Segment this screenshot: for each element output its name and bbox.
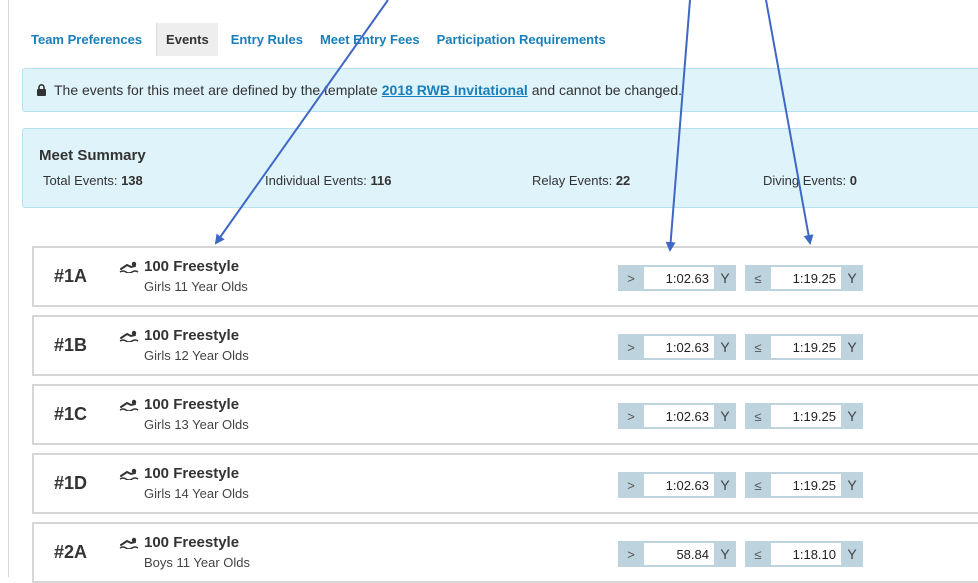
stat-value: 0 xyxy=(849,173,857,188)
stat-label: Relay Events: xyxy=(532,173,613,188)
operator-less-equal: ≤ xyxy=(745,403,771,429)
operator-greater: > xyxy=(618,403,644,429)
operator-less-equal: ≤ xyxy=(745,472,771,498)
swimmer-icon xyxy=(119,467,139,481)
course-label: Y xyxy=(714,403,736,429)
swimmer-icon xyxy=(119,329,139,343)
event-group: Girls 12 Year Olds xyxy=(144,348,249,363)
upper-standard: ≤1:19.25 Y xyxy=(745,403,863,429)
course-label: Y xyxy=(841,265,863,291)
tab-meet-entry-fees[interactable]: Meet Entry Fees xyxy=(311,23,428,56)
course-label: Y xyxy=(714,472,736,498)
tab-entry-rules[interactable]: Entry Rules xyxy=(222,23,311,56)
lower-standard: >1:02.63 Y xyxy=(618,472,736,498)
swimmer-icon xyxy=(119,260,139,274)
event-row[interactable]: #1A 100 Freestyle Girls 11 Year Olds >1:02.… xyxy=(32,246,978,307)
event-group: Girls 11 Year Olds xyxy=(144,279,248,294)
course-label: Y xyxy=(841,334,863,360)
lock-icon xyxy=(37,84,46,96)
swimmer-icon xyxy=(119,398,139,412)
lower-time-value: 58.84 xyxy=(644,541,714,567)
tab-participation-requirements[interactable]: Participation Requirements xyxy=(428,23,614,56)
event-name: 100 Freestyle xyxy=(144,258,240,275)
operator-greater: > xyxy=(618,265,644,291)
stat-label: Diving Events: xyxy=(763,173,847,188)
stat-value: 116 xyxy=(370,173,392,188)
event-group: Girls 13 Year Olds xyxy=(144,417,249,432)
tab-team-preferences[interactable]: Team Preferences xyxy=(22,23,150,56)
upper-standard: ≤1:19.25 Y xyxy=(745,472,863,498)
event-name: 100 Freestyle xyxy=(144,327,240,344)
course-label: Y xyxy=(714,265,736,291)
stat-relay-events: Relay Events: 22 xyxy=(532,173,630,188)
upper-time-value: 1:18.10 xyxy=(771,541,841,567)
event-group: Girls 14 Year Olds xyxy=(144,486,249,501)
course-label: Y xyxy=(841,403,863,429)
lower-time-value: 1:02.63 xyxy=(644,403,714,429)
event-number: #1A xyxy=(54,266,88,286)
event-number: #1B xyxy=(54,335,88,355)
event-row[interactable]: #1C 100 Freestyle Girls 13 Year Olds >1:02.… xyxy=(32,384,978,445)
left-border xyxy=(8,0,9,577)
operator-less-equal: ≤ xyxy=(745,265,771,291)
course-label: Y xyxy=(841,541,863,567)
operator-less-equal: ≤ xyxy=(745,334,771,360)
lower-standard: >58.84 Y xyxy=(618,541,736,567)
event-number: #1C xyxy=(54,404,88,424)
meet-summary: Meet Summary Total Events: 138 Individua… xyxy=(22,128,978,208)
stat-value: 138 xyxy=(121,173,143,188)
event-number: #2A xyxy=(54,542,88,562)
upper-time-value: 1:19.25 xyxy=(771,472,841,498)
event-name: 100 Freestyle xyxy=(144,534,240,551)
event-row[interactable]: #1B 100 Freestyle Girls 12 Year Olds >1:02.… xyxy=(32,315,978,376)
template-notice: The events for this meet are defined by … xyxy=(22,68,978,112)
notice-text-before: The events for this meet are defined by … xyxy=(54,82,378,98)
operator-greater: > xyxy=(618,472,644,498)
operator-less-equal: ≤ xyxy=(745,541,771,567)
stat-label: Individual Events: xyxy=(265,173,367,188)
upper-standard: ≤1:19.25 Y xyxy=(745,265,863,291)
event-number: #1D xyxy=(54,473,88,493)
event-name: 100 Freestyle xyxy=(144,396,240,413)
notice-text-after: and cannot be changed. xyxy=(531,82,683,98)
swimmer-icon xyxy=(119,536,139,550)
upper-time-value: 1:19.25 xyxy=(771,334,841,360)
summary-title: Meet Summary xyxy=(39,147,146,164)
lower-time-value: 1:02.63 xyxy=(644,334,714,360)
lower-time-value: 1:02.63 xyxy=(644,472,714,498)
lower-time-value: 1:02.63 xyxy=(644,265,714,291)
event-group: Boys 11 Year Olds xyxy=(144,555,250,570)
course-label: Y xyxy=(714,541,736,567)
template-link[interactable]: 2018 RWB Invitational xyxy=(382,82,528,98)
lower-standard: >1:02.63 Y xyxy=(618,403,736,429)
event-row[interactable]: #2A 100 Freestyle Boys 11 Year Olds >58.84 Y… xyxy=(32,522,978,583)
tab-events[interactable]: Events xyxy=(156,22,218,56)
lower-standard: >1:02.63 Y xyxy=(618,265,736,291)
upper-time-value: 1:19.25 xyxy=(771,265,841,291)
stat-label: Total Events: xyxy=(43,173,118,188)
course-label: Y xyxy=(714,334,736,360)
stat-value: 22 xyxy=(615,173,631,188)
course-label: Y xyxy=(841,472,863,498)
upper-time-value: 1:19.25 xyxy=(771,403,841,429)
tab-bar: Team Preferences Events Entry Rules Meet… xyxy=(22,22,614,56)
upper-standard: ≤1:18.10 Y xyxy=(745,541,863,567)
operator-greater: > xyxy=(618,334,644,360)
stat-total-events: Total Events: 138 xyxy=(43,173,143,188)
upper-standard: ≤1:19.25 Y xyxy=(745,334,863,360)
stat-individual-events: Individual Events: 116 xyxy=(265,173,392,188)
event-name: 100 Freestyle xyxy=(144,465,240,482)
annotation-arrow xyxy=(665,0,691,252)
lower-standard: >1:02.63 Y xyxy=(618,334,736,360)
event-row[interactable]: #1D 100 Freestyle Girls 14 Year Olds >1:02.… xyxy=(32,453,978,514)
operator-greater: > xyxy=(618,541,644,567)
stat-diving-events: Diving Events: 0 xyxy=(763,173,857,188)
